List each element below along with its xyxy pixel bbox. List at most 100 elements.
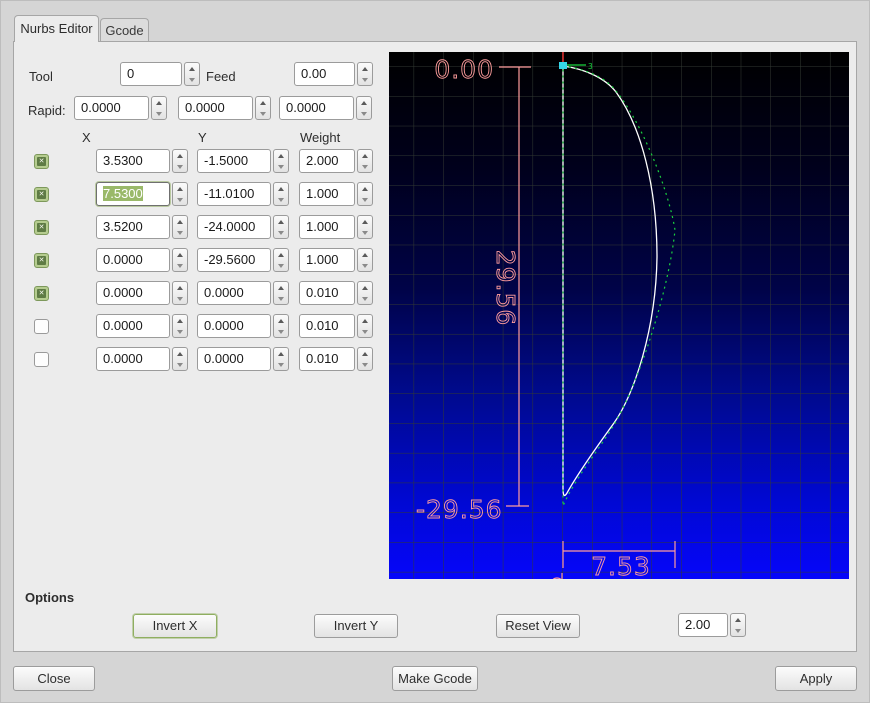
weight-input[interactable]: 1.000 — [299, 182, 355, 206]
rapid-x-input[interactable]: 0.0000 — [74, 96, 149, 120]
rapid-y-spin-buttons[interactable] — [255, 96, 271, 120]
spin-down-icon[interactable] — [274, 161, 288, 172]
tool-spin-buttons[interactable] — [184, 62, 200, 86]
spin-up-icon[interactable] — [173, 150, 187, 161]
x-spin-buttons[interactable] — [172, 248, 188, 272]
y-spin-buttons[interactable] — [273, 248, 289, 272]
spin-up-icon[interactable] — [173, 282, 187, 293]
weight-spin-buttons[interactable] — [357, 281, 373, 305]
spin-up-icon[interactable] — [274, 216, 288, 227]
spin-up-icon[interactable] — [256, 97, 270, 108]
y-spin-buttons[interactable] — [273, 347, 289, 371]
reset-view-button[interactable]: Reset View — [496, 614, 580, 638]
weight-spin-buttons[interactable] — [357, 149, 373, 173]
spin-down-icon[interactable] — [173, 227, 187, 238]
spin-up-icon[interactable] — [173, 315, 187, 326]
spin-up-icon[interactable] — [173, 216, 187, 227]
rapid-x-spin-buttons[interactable] — [151, 96, 167, 120]
spin-down-icon[interactable] — [173, 293, 187, 304]
y-spin-buttons[interactable] — [273, 149, 289, 173]
x-spin-buttons[interactable] — [172, 215, 188, 239]
spin-down-icon[interactable] — [274, 260, 288, 271]
y-input[interactable]: 0.0000 — [197, 281, 271, 305]
x-spin-buttons[interactable] — [172, 149, 188, 173]
make-gcode-button[interactable]: Make Gcode — [392, 666, 478, 691]
spin-down-icon[interactable] — [274, 194, 288, 205]
spin-up-icon[interactable] — [173, 348, 187, 359]
weight-spin-buttons[interactable] — [357, 314, 373, 338]
y-spin-buttons[interactable] — [273, 314, 289, 338]
point-enable-checkbox[interactable]: ✕ — [34, 286, 49, 301]
spin-up-icon[interactable] — [358, 216, 372, 227]
tool-input[interactable]: 0 — [120, 62, 182, 86]
spin-up-icon[interactable] — [358, 249, 372, 260]
scale-input[interactable]: 2.00 — [678, 613, 728, 637]
spin-up-icon[interactable] — [358, 282, 372, 293]
y-input[interactable]: -1.5000 — [197, 149, 271, 173]
y-input[interactable]: 0.0000 — [197, 314, 271, 338]
start-point-icon[interactable] — [559, 62, 567, 69]
weight-input[interactable]: 1.000 — [299, 248, 355, 272]
point-enable-checkbox[interactable]: ✕ — [34, 319, 49, 334]
spin-down-icon[interactable] — [274, 227, 288, 238]
x-spin-buttons[interactable] — [172, 347, 188, 371]
weight-spin-buttons[interactable] — [357, 248, 373, 272]
tab-gcode[interactable]: Gcode — [100, 18, 149, 42]
rapid-y-input[interactable]: 0.0000 — [178, 96, 253, 120]
spin-down-icon[interactable] — [173, 326, 187, 337]
spin-up-icon[interactable] — [274, 183, 288, 194]
y-input[interactable]: -29.5600 — [197, 248, 271, 272]
x-spin-buttons[interactable] — [172, 281, 188, 305]
spin-down-icon[interactable] — [274, 293, 288, 304]
spin-up-icon[interactable] — [358, 150, 372, 161]
spin-down-icon[interactable] — [173, 260, 187, 271]
spin-down-icon[interactable] — [173, 359, 187, 370]
spin-down-icon[interactable] — [358, 194, 372, 205]
x-input[interactable]: 0.0000 — [96, 314, 170, 338]
spin-up-icon[interactable] — [274, 348, 288, 359]
spin-down-icon[interactable] — [358, 359, 372, 370]
spin-down-icon[interactable] — [185, 74, 199, 85]
spin-up-icon[interactable] — [731, 614, 745, 625]
spin-down-icon[interactable] — [731, 625, 745, 636]
tab-nurbs-editor[interactable]: Nurbs Editor — [14, 15, 99, 42]
spin-down-icon[interactable] — [256, 108, 270, 119]
invert-y-button[interactable]: Invert Y — [314, 614, 398, 638]
spin-up-icon[interactable] — [185, 63, 199, 74]
spin-up-icon[interactable] — [274, 150, 288, 161]
spin-up-icon[interactable] — [357, 97, 371, 108]
invert-x-button[interactable]: Invert X — [133, 614, 217, 638]
spin-down-icon[interactable] — [173, 194, 187, 205]
spin-up-icon[interactable] — [358, 183, 372, 194]
rapid-z-input[interactable]: 0.0000 — [279, 96, 354, 120]
spin-down-icon[interactable] — [358, 326, 372, 337]
spin-up-icon[interactable] — [173, 183, 187, 194]
spin-up-icon[interactable] — [358, 315, 372, 326]
spin-down-icon[interactable] — [358, 227, 372, 238]
x-input[interactable]: 3.5200 — [96, 215, 170, 239]
spin-up-icon[interactable] — [358, 348, 372, 359]
point-enable-checkbox[interactable]: ✕ — [34, 253, 49, 268]
spin-up-icon[interactable] — [173, 249, 187, 260]
y-spin-buttons[interactable] — [273, 215, 289, 239]
point-enable-checkbox[interactable]: ✕ — [34, 187, 49, 202]
weight-input[interactable]: 0.010 — [299, 281, 355, 305]
weight-input[interactable]: 0.010 — [299, 314, 355, 338]
spin-down-icon[interactable] — [358, 260, 372, 271]
x-spin-buttons[interactable] — [172, 182, 188, 206]
weight-input[interactable]: 2.000 — [299, 149, 355, 173]
spin-up-icon[interactable] — [152, 97, 166, 108]
spin-down-icon[interactable] — [358, 74, 372, 85]
rapid-z-spin-buttons[interactable] — [356, 96, 372, 120]
weight-input[interactable]: 1.000 — [299, 215, 355, 239]
spin-down-icon[interactable] — [274, 326, 288, 337]
y-input[interactable]: -11.0100 — [197, 182, 271, 206]
spin-up-icon[interactable] — [358, 63, 372, 74]
feed-input[interactable]: 0.00 — [294, 62, 355, 86]
point-enable-checkbox[interactable]: ✕ — [34, 352, 49, 367]
apply-button[interactable]: Apply — [775, 666, 857, 691]
x-input[interactable]: 7.5300 — [96, 182, 170, 206]
spin-down-icon[interactable] — [152, 108, 166, 119]
weight-spin-buttons[interactable] — [357, 182, 373, 206]
scale-spin-buttons[interactable] — [730, 613, 746, 637]
